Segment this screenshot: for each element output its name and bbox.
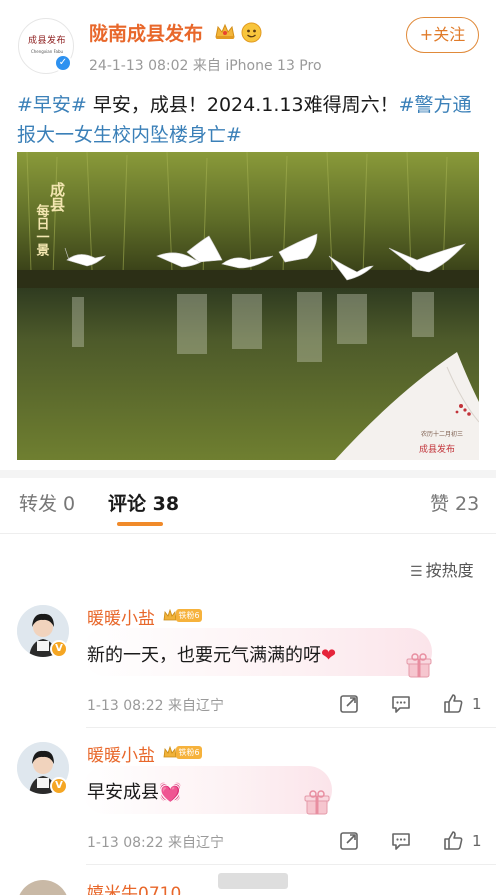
fan-badge: 铁粉6: [176, 609, 202, 622]
sort-label: 按热度: [425, 561, 474, 580]
photo-brand-stamp: 成县发布: [419, 443, 455, 455]
tab-like[interactable]: 赞 23: [430, 489, 479, 516]
hashtag-link[interactable]: #早安#: [17, 94, 87, 116]
emoji-badge-icon: [241, 22, 262, 43]
sort-icon: ☰: [410, 564, 423, 580]
comment-author[interactable]: 暖暖小盐: [87, 604, 155, 629]
comment-text-content: 新的一天，也要元气满满的呀: [87, 645, 321, 666]
tab-comment[interactable]: 评论 38: [108, 489, 179, 516]
heart-emoji: ❤: [321, 645, 337, 666]
crown-icon: [163, 609, 177, 621]
post-body-text: 早安，成县！2024.1.13难得周六！: [86, 94, 399, 116]
crown-badge-icon: [215, 23, 235, 39]
fan-badge: 铁粉6: [176, 746, 202, 759]
comment-divider: [86, 864, 496, 865]
comment-author[interactable]: 嬉米牛0710: [87, 879, 181, 895]
like-icon[interactable]: [442, 829, 464, 851]
like-icon[interactable]: [442, 692, 464, 714]
comment-author[interactable]: 暖暖小盐: [87, 741, 155, 766]
verified-icon: ✓: [54, 54, 72, 72]
vip-icon: V: [50, 640, 68, 658]
share-icon[interactable]: [338, 830, 360, 852]
vip-icon: V: [50, 777, 68, 795]
reply-icon[interactable]: [390, 830, 412, 852]
tab-divider: [0, 533, 496, 534]
author-name[interactable]: 陇南成县发布: [89, 19, 203, 46]
photo-caption-title: 成县: [48, 181, 66, 213]
gift-decoration-icon: [304, 790, 330, 815]
tab-forward[interactable]: 转发 0: [19, 489, 75, 516]
reply-icon[interactable]: [390, 693, 412, 715]
post-meta: 24-1-13 08:02 来自 iPhone 13 Pro: [89, 58, 322, 74]
heart-emoji: 💓: [159, 782, 182, 803]
comment-divider: [86, 727, 496, 728]
sort-button[interactable]: ☰ 按热度: [410, 557, 474, 581]
crown-icon: [163, 746, 177, 758]
photo-lunar-date: 农历十二月初三: [421, 430, 463, 438]
comment-text-content: 早安成县: [87, 782, 159, 803]
watermark: [218, 873, 288, 889]
section-divider: [0, 470, 496, 478]
comment-text: 新的一天，也要元气满满的呀❤: [87, 641, 336, 667]
comment-time: 1-13 08:22 来自辽宁: [87, 698, 225, 714]
avatar-logo-text: 成县发布: [27, 36, 66, 46]
egrets-lake-image: 成县 每日一景 农历十二月初三 成县发布: [17, 152, 479, 460]
like-count: 1: [472, 695, 482, 713]
post-photo[interactable]: 成县 每日一景 农历十二月初三 成县发布: [17, 152, 479, 460]
photo-caption-subtitle: 每日一景: [34, 203, 50, 257]
active-tab-indicator: [117, 522, 163, 526]
post-text: #早安# 早安，成县！2024.1.13难得周六！#警方通报大一女生校内坠楼身亡…: [17, 90, 483, 150]
comment-avatar[interactable]: [17, 880, 69, 895]
comment-text: 早安成县💓: [87, 778, 181, 804]
comment-time: 1-13 08:22 来自辽宁: [87, 835, 225, 851]
share-icon[interactable]: [338, 693, 360, 715]
gift-decoration-icon: [406, 653, 432, 678]
follow-button[interactable]: +关注: [406, 17, 479, 53]
like-count: 1: [472, 832, 482, 850]
